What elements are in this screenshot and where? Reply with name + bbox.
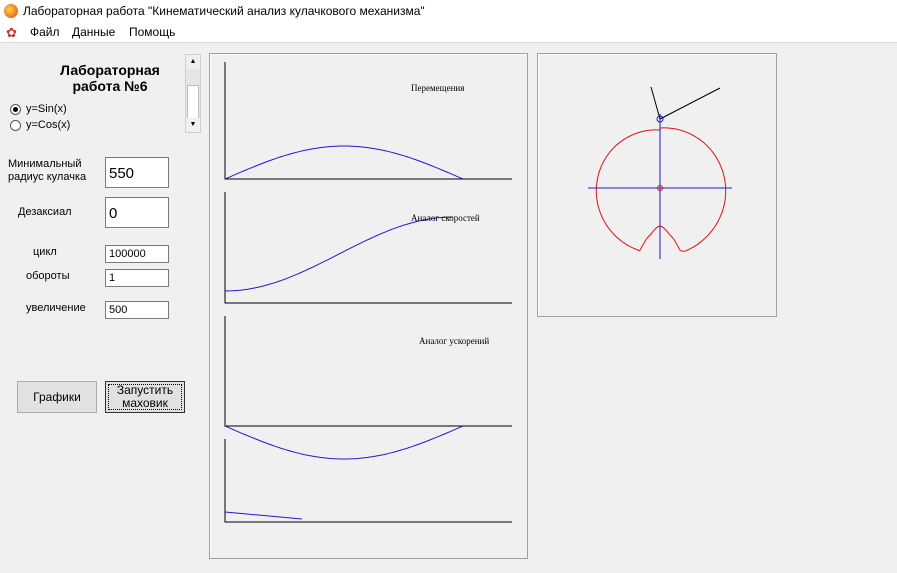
velocity-curve — [224, 216, 454, 292]
revolutions-label: обороты — [26, 270, 70, 282]
cam-canvas — [588, 86, 732, 259]
vertical-scrollbar[interactable]: ▲ ▼ — [185, 54, 201, 133]
scroll-down-icon[interactable]: ▼ — [186, 118, 200, 132]
cycle-label: цикл — [33, 246, 57, 258]
jerk-axes — [224, 439, 512, 523]
displacement-caption: Перемещения — [411, 83, 465, 93]
menu-bar: ✿ Файл Данные Помощь — [0, 22, 897, 42]
app-icon — [4, 4, 18, 18]
radio-cos-label: y=Cos(x) — [26, 119, 71, 131]
fourth-curve — [224, 511, 303, 520]
displacement-curve — [224, 145, 464, 180]
menu-help[interactable]: Помощь — [129, 25, 175, 39]
radio-checked-icon[interactable] — [10, 103, 21, 115]
cycle-input[interactable] — [105, 245, 169, 263]
system-menu-icon[interactable]: ✿ — [6, 25, 17, 41]
menu-divider — [0, 42, 897, 43]
radio-cos[interactable]: y=Cos(x) — [10, 119, 70, 131]
graphs-panel: Перемещения Аналог скоростей Аналог уско… — [209, 53, 528, 559]
acceleration-axes — [224, 316, 512, 427]
velocity-caption: Аналог скоростей — [411, 213, 480, 223]
revolutions-input[interactable] — [105, 269, 169, 287]
desaxial-input[interactable] — [105, 197, 169, 228]
zoom-input[interactable] — [105, 301, 169, 319]
min-radius-label: Минимальный радиус кулачка — [8, 158, 87, 183]
lab-title-line1: Лабораторная — [60, 62, 160, 78]
scroll-up-icon[interactable]: ▲ — [186, 55, 200, 69]
start-flywheel-button[interactable]: Запустить маховик — [105, 381, 185, 413]
acceleration-curve — [224, 425, 464, 460]
graphs-button[interactable]: Графики — [17, 381, 97, 413]
menu-data[interactable]: Данные — [72, 25, 115, 39]
cam-profile — [595, 127, 727, 252]
cam-panel — [537, 53, 777, 317]
follower-rod — [650, 86, 661, 120]
radio-unchecked-icon[interactable] — [10, 119, 21, 131]
velocity-axes — [224, 192, 512, 304]
graphs-canvas — [224, 62, 512, 523]
zoom-label: увеличение — [26, 302, 86, 314]
title-bar: Лабораторная работа "Кинематический анал… — [0, 0, 897, 22]
lab-title: Лабораторная работа №6 — [40, 62, 180, 94]
min-radius-input[interactable] — [105, 157, 169, 188]
radio-sin-label: y=Sin(x) — [26, 103, 67, 115]
menu-file[interactable]: Файл — [30, 25, 60, 39]
window-title: Лабораторная работа "Кинематический анал… — [23, 4, 425, 18]
scroll-thumb[interactable] — [187, 85, 199, 119]
desaxial-label: Дезаксиал — [18, 206, 72, 218]
lab-title-line2: работа №6 — [72, 78, 148, 94]
radio-sin[interactable]: y=Sin(x) — [10, 103, 67, 115]
follower-arm — [659, 87, 721, 120]
acceleration-caption: Аналог ускорений — [419, 336, 490, 346]
